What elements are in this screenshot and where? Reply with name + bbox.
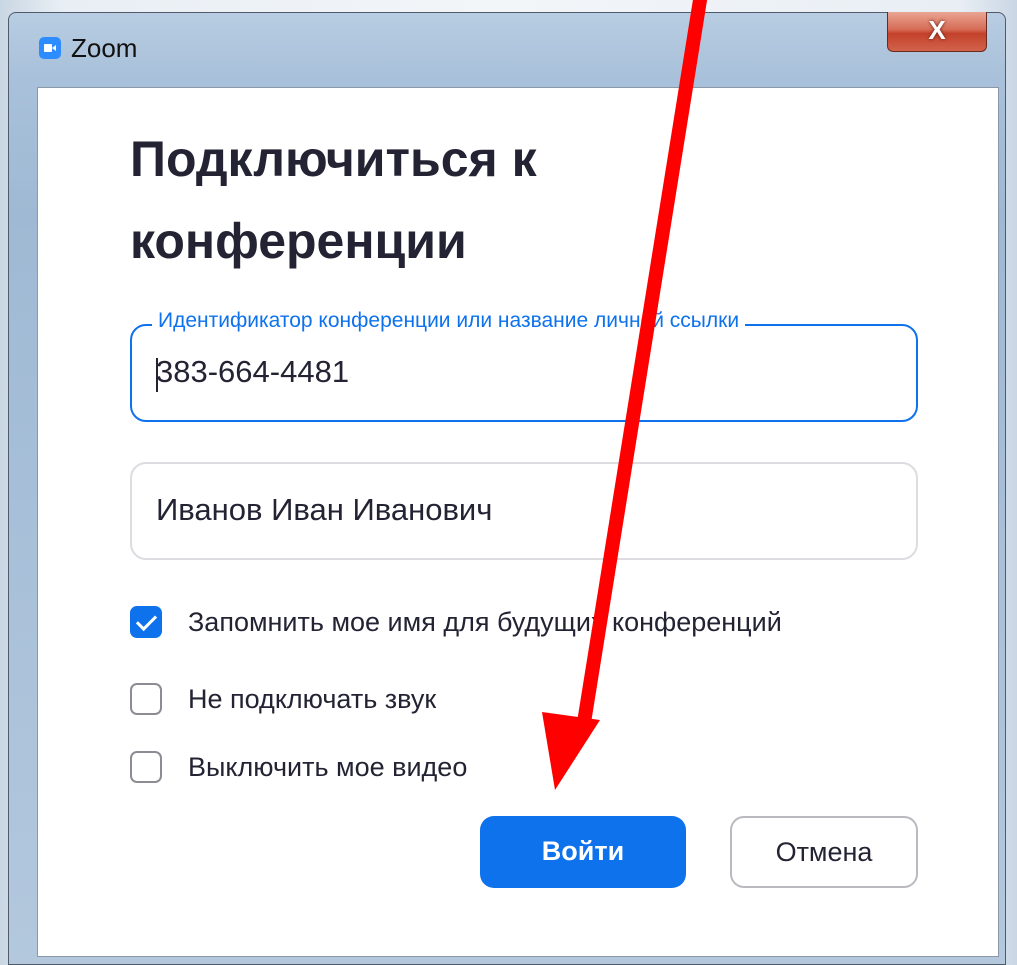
meeting-id-input[interactable]: Идентификатор конференции или название л… bbox=[130, 309, 918, 422]
checkbox-unchecked[interactable] bbox=[130, 683, 162, 715]
join-button[interactable]: Войти bbox=[480, 816, 686, 888]
option-label: Выключить мое видео bbox=[188, 751, 468, 782]
dialog-heading: Подключиться к конференции bbox=[130, 131, 537, 269]
checkbox-unchecked[interactable] bbox=[130, 751, 162, 783]
title-bar[interactable]: Zoom X bbox=[9, 12, 1005, 75]
display-name-value: Иванов Иван Иванович bbox=[156, 492, 493, 527]
zoom-window: Zoom X Подключиться к конференции Иденти… bbox=[8, 12, 1006, 965]
checkmark-icon[interactable] bbox=[130, 606, 162, 638]
option-label: Не подключать звук bbox=[188, 683, 437, 714]
zoom-camera-icon bbox=[39, 37, 61, 59]
option-no-audio[interactable]: Не подключать звук bbox=[130, 679, 436, 719]
option-remember-name[interactable]: Запомнить мое имя для будущих конференци… bbox=[130, 602, 782, 642]
option-label: Запомнить мое имя для будущих конференци… bbox=[188, 606, 782, 637]
meeting-id-label: Идентификатор конференции или название л… bbox=[152, 309, 746, 333]
text-caret bbox=[156, 358, 158, 392]
close-button[interactable]: X bbox=[887, 12, 987, 52]
window-title: Zoom bbox=[71, 33, 138, 63]
join-meeting-dialog: Подключиться к конференции Идентификатор… bbox=[37, 87, 999, 957]
option-video-off[interactable]: Выключить мое видео bbox=[130, 747, 467, 787]
meeting-id-value: 383-664-4481 bbox=[156, 354, 350, 389]
display-name-input[interactable]: Иванов Иван Иванович bbox=[130, 462, 918, 560]
cancel-button[interactable]: Отмена bbox=[730, 816, 918, 888]
